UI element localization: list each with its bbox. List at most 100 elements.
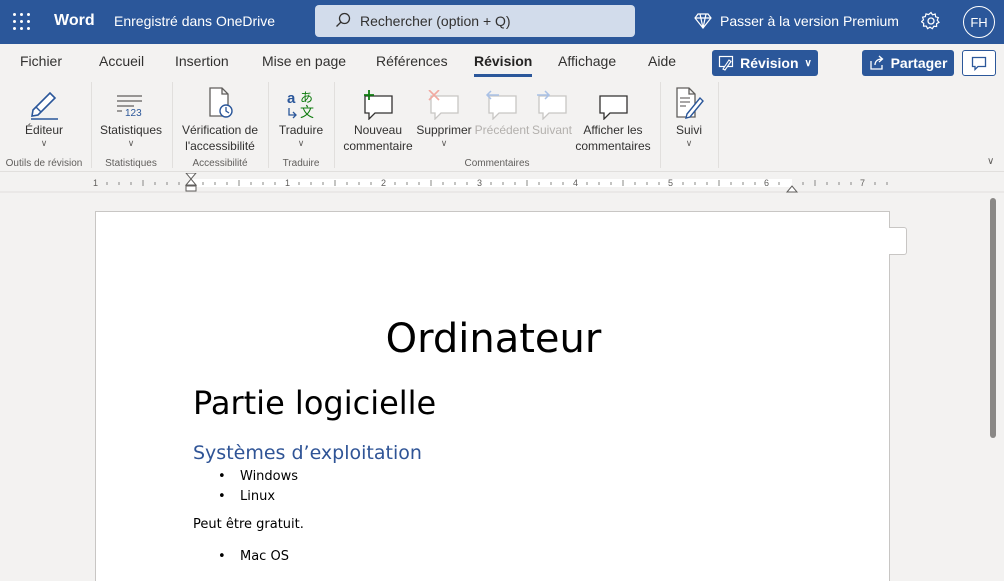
- comment-icon: [971, 56, 987, 71]
- show-comments-label-2: commentaires: [575, 139, 651, 153]
- next-comment-button[interactable]: Suivant: [530, 82, 574, 138]
- ruler-number: 2: [381, 178, 387, 188]
- share-button[interactable]: Partager: [862, 50, 954, 76]
- svg-text:文: 文: [300, 104, 314, 120]
- delete-comment-label: Supprimer: [416, 123, 472, 137]
- new-comment-label-1: Nouveau: [353, 123, 403, 137]
- title-bar: Word Enregistré dans OneDrive Rechercher…: [0, 0, 1004, 44]
- share-label: Partager: [890, 55, 948, 71]
- list-item-text: Windows: [240, 469, 299, 484]
- tab-affichage[interactable]: Affichage: [558, 53, 616, 69]
- ruler-number: 1: [285, 178, 291, 188]
- svg-text:a: a: [287, 90, 296, 107]
- group-translate-label: Traduire: [282, 158, 320, 169]
- ruler-ticks: [0, 173, 1004, 193]
- ruler-number: 1: [93, 178, 99, 188]
- new-comment-icon: [364, 90, 393, 120]
- editor-button[interactable]: Éditeur ∨: [12, 82, 76, 148]
- document-title[interactable]: Ordinateur: [96, 316, 891, 362]
- new-comment-button[interactable]: Nouveau commentaire: [340, 82, 416, 154]
- show-comments-label-1: Afficher les: [583, 123, 643, 137]
- chevron-down-icon: ∨: [127, 138, 135, 148]
- delete-comment-icon: [428, 90, 459, 120]
- app-name[interactable]: Word: [54, 12, 95, 30]
- list-item-text: Linux: [240, 489, 276, 504]
- tab-insertion[interactable]: Insertion: [175, 53, 229, 69]
- next-comment-icon: [537, 90, 567, 120]
- track-changes-icon: [676, 87, 704, 119]
- group-comments-label: Commentaires: [464, 158, 530, 169]
- chevron-down-icon: ∨: [40, 138, 48, 148]
- editor-pen-icon: [31, 91, 58, 120]
- group-accessibility-label: Accessibilité: [192, 158, 248, 169]
- pen-icon: [719, 55, 734, 71]
- ruler-number: 7: [860, 178, 866, 188]
- document-page[interactable]: Ordinateur Partie logicielle Systèmes d’…: [95, 211, 890, 581]
- delete-comment-button[interactable]: Supprimer ∨: [414, 82, 474, 148]
- tab-fichier[interactable]: Fichier: [20, 53, 62, 69]
- heading-1[interactable]: Partie logicielle: [193, 384, 436, 422]
- show-comments-button[interactable]: Afficher les commentaires: [574, 82, 652, 154]
- tab-accueil[interactable]: Accueil: [99, 53, 144, 69]
- list-item-text: Mac OS: [240, 549, 289, 564]
- diamond-icon: [694, 13, 712, 29]
- editing-mode-button[interactable]: Révision ∨: [712, 50, 818, 76]
- gear-icon[interactable]: [921, 11, 941, 31]
- comments-pane-button[interactable]: [962, 50, 996, 76]
- search-box[interactable]: Rechercher (option + Q): [315, 5, 635, 37]
- editor-label: Éditeur: [24, 123, 64, 137]
- chevron-down-icon: ∨: [297, 138, 305, 148]
- premium-label: Passer à la version Premium: [720, 13, 899, 29]
- translate-label: Traduire: [278, 123, 324, 137]
- ribbon-divider: [268, 82, 269, 168]
- ruler-number: 4: [573, 178, 579, 188]
- ribbon-divider: [91, 82, 92, 168]
- ribbon-tabs: Fichier Accueil Insertion Mise en page R…: [0, 44, 1004, 78]
- search-icon: [336, 12, 351, 27]
- translate-icon: a あ 文: [287, 90, 314, 120]
- chevron-down-icon: ∨: [440, 138, 448, 148]
- ribbon-divider: [660, 82, 661, 168]
- ribbon-divider: [334, 82, 335, 168]
- tab-mise-en-page[interactable]: Mise en page: [262, 53, 346, 69]
- accessibility-icon: [209, 87, 233, 118]
- tab-references[interactable]: Références: [376, 53, 448, 69]
- ruler: 1 1 2 3 4 5 6 7: [0, 173, 1004, 193]
- previous-comment-label: Précédent: [474, 123, 530, 137]
- comment-margin-tab[interactable]: [889, 227, 907, 255]
- next-comment-label: Suivant: [531, 123, 573, 137]
- show-comments-icon: [599, 95, 628, 120]
- new-comment-label-2: commentaire: [343, 139, 413, 153]
- group-proofing-label: Outils de révision: [5, 158, 83, 169]
- tab-revision[interactable]: Révision: [474, 53, 533, 77]
- editing-mode-label: Révision: [740, 55, 799, 71]
- track-changes-button[interactable]: Suivi ∨: [666, 82, 712, 148]
- search-placeholder: Rechercher (option + Q): [360, 13, 511, 29]
- ruler-number: 5: [668, 178, 674, 188]
- paragraph[interactable]: Peut être gratuit.: [193, 517, 304, 532]
- tab-aide[interactable]: Aide: [648, 53, 676, 69]
- word-count-icon: 123: [117, 95, 142, 119]
- avatar[interactable]: FH: [963, 6, 995, 38]
- ribbon-expand-icon[interactable]: ∨: [987, 156, 994, 167]
- chevron-down-icon: ∨: [685, 138, 693, 148]
- app-launcher-icon[interactable]: [13, 13, 31, 31]
- ruler-number: 6: [764, 178, 770, 188]
- translate-button[interactable]: a あ 文 Traduire ∨: [273, 82, 329, 148]
- ribbon-divider: [172, 82, 173, 168]
- premium-link[interactable]: Passer à la version Premium: [694, 13, 899, 29]
- accessibility-label-2: l'accessibilité: [185, 139, 255, 153]
- save-status[interactable]: Enregistré dans OneDrive: [114, 13, 275, 29]
- track-changes-label: Suivi: [675, 123, 702, 137]
- accessibility-label-1: Vérification de: [181, 123, 259, 137]
- svg-text:123: 123: [125, 108, 142, 119]
- chevron-down-icon: ∨: [804, 57, 812, 69]
- ribbon: Éditeur ∨ Outils de révision 123 Statist…: [0, 78, 1004, 172]
- word-count-label: Statistiques: [99, 123, 163, 137]
- heading-2[interactable]: Systèmes d’exploitation: [193, 442, 422, 464]
- previous-comment-button[interactable]: Précédent: [473, 82, 531, 138]
- previous-comment-icon: [485, 90, 517, 120]
- accessibility-check-button[interactable]: Vérification de l'accessibilité: [178, 82, 262, 154]
- word-count-button[interactable]: 123 Statistiques ∨: [97, 82, 165, 148]
- vertical-scrollbar[interactable]: [990, 198, 996, 438]
